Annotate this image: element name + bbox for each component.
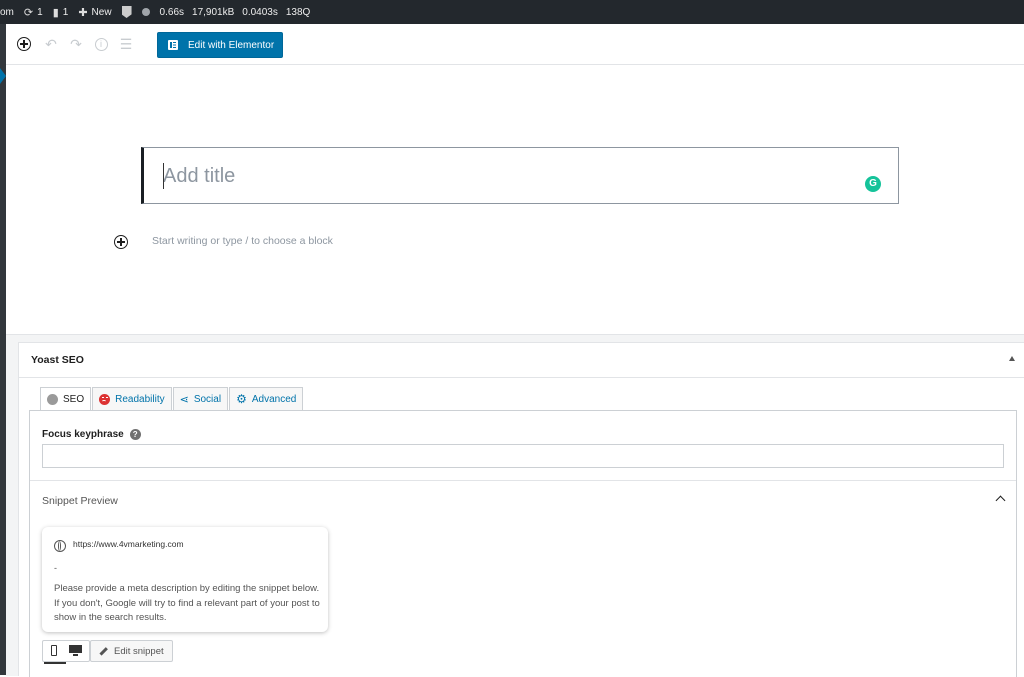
tab-social-label: Social — [193, 393, 222, 405]
comments-item[interactable]: ▮ 1 — [53, 6, 69, 19]
chevron-up-icon[interactable] — [995, 495, 1006, 506]
status-dot-icon — [141, 8, 150, 16]
tab-readability-label: Readability — [115, 393, 165, 405]
globe-icon — [54, 540, 66, 552]
current-menu-indicator — [0, 68, 6, 84]
info-icon: i — [94, 37, 108, 51]
snippet-title: - — [54, 563, 57, 573]
updates-icon: ⟳ — [23, 6, 34, 19]
readability-score-icon — [99, 393, 111, 405]
mobile-icon — [51, 645, 57, 656]
updates-item[interactable]: ⟳ 1 — [24, 6, 43, 19]
admin-bar: om ⟳ 1 ▮ 1 ✚ New 0.66s 17,901kB 0.0403s … — [0, 0, 1024, 24]
desktop-stand — [73, 654, 78, 656]
list-icon: ☰ — [119, 35, 133, 52]
undo-icon: ↶ — [45, 35, 57, 52]
site-name-fragment[interactable]: om — [0, 7, 14, 18]
metabox-title: Yoast SEO — [31, 354, 84, 366]
perf-memory[interactable]: 17,901kB — [192, 7, 234, 18]
elementor-button-label: Edit with Elementor — [188, 39, 275, 51]
post-title-input[interactable] — [163, 162, 843, 190]
redo-button[interactable]: ↷ — [68, 36, 84, 52]
add-block-icon — [114, 235, 128, 249]
edit-snippet-label: Edit snippet — [114, 645, 164, 657]
text-caret — [163, 163, 164, 189]
tab-seo[interactable]: SEO — [40, 387, 92, 411]
content-info-button[interactable]: i — [93, 36, 109, 52]
pencil-icon — [99, 646, 108, 656]
desktop-icon — [69, 645, 82, 653]
yoast-menu-item[interactable] — [121, 6, 132, 18]
tab-advanced-label: Advanced — [251, 393, 297, 405]
yoast-logo-icon — [121, 6, 132, 18]
google-snippet-preview[interactable]: https://www.4vmarketing.com - Please pro… — [42, 527, 328, 632]
snippet-preview-heading[interactable]: Snippet Preview — [42, 495, 118, 507]
help-icon[interactable]: ? — [129, 429, 141, 440]
plus-icon: ✚ — [78, 6, 88, 19]
focus-keyphrase-text: Focus keyphrase — [42, 429, 124, 440]
undo-button[interactable]: ↶ — [43, 36, 59, 52]
tab-advanced[interactable]: ⚙ Advanced — [229, 387, 304, 410]
updates-count: 1 — [37, 6, 43, 18]
snippet-url: https://www.4vmarketing.com — [73, 539, 184, 549]
grammarly-icon[interactable]: G — [865, 176, 881, 192]
edit-with-elementor-button[interactable]: Edit with Elementor — [157, 32, 284, 58]
focus-keyphrase-input[interactable] — [42, 444, 1004, 468]
metabox-header[interactable]: Yoast SEO — [19, 343, 1024, 378]
add-block-icon — [17, 37, 31, 51]
tab-social[interactable]: ⋖ Social — [172, 387, 229, 410]
yoast-seo-metabox: Yoast SEO SEO Readability ⋖ Social ⚙ Adv… — [18, 342, 1024, 677]
comments-count: 1 — [62, 6, 69, 18]
comment-icon: ▮ — [52, 6, 59, 19]
seo-score-icon — [47, 394, 58, 405]
seo-status-item[interactable] — [141, 8, 150, 16]
section-divider — [30, 480, 1016, 481]
preview-mode-toggle — [42, 640, 90, 664]
block-navigation-button[interactable]: ☰ — [118, 36, 134, 52]
new-content-item[interactable]: ✚ New — [78, 6, 111, 19]
collapse-arrow-icon[interactable] — [1009, 356, 1015, 361]
yoast-tabs: SEO Readability ⋖ Social ⚙ Advanced — [40, 387, 304, 411]
share-icon: ⋖ — [179, 393, 189, 406]
perf-queries[interactable]: 138Q — [286, 7, 310, 18]
seo-tab-content: Focus keyphrase ? Snippet Preview https:… — [29, 410, 1017, 677]
desktop-preview-button[interactable] — [68, 644, 86, 660]
inline-add-block-button[interactable] — [114, 235, 128, 249]
perf-query-time[interactable]: 0.0403s — [242, 7, 278, 18]
snippet-description: Please provide a meta description by edi… — [54, 583, 320, 623]
editor-toolbar: ↶ ↷ i ☰ Edit with Elementor — [6, 24, 1024, 65]
new-label: New — [91, 6, 112, 18]
default-block-appender[interactable]: Start writing or type / to choose a bloc… — [152, 235, 333, 247]
redo-icon: ↷ — [70, 35, 82, 52]
tab-readability[interactable]: Readability — [92, 387, 172, 410]
elementor-icon — [168, 40, 178, 50]
gear-icon: ⚙ — [236, 392, 247, 406]
active-mode-indicator — [44, 662, 66, 664]
edit-snippet-button[interactable]: Edit snippet — [90, 640, 173, 662]
tab-seo-label: SEO — [63, 394, 85, 405]
post-title-wrapper: G — [141, 147, 899, 204]
add-block-button[interactable] — [16, 36, 32, 52]
focus-keyphrase-label: Focus keyphrase ? — [42, 429, 141, 440]
mobile-preview-button[interactable] — [44, 644, 66, 664]
perf-time[interactable]: 0.66s — [160, 7, 184, 18]
